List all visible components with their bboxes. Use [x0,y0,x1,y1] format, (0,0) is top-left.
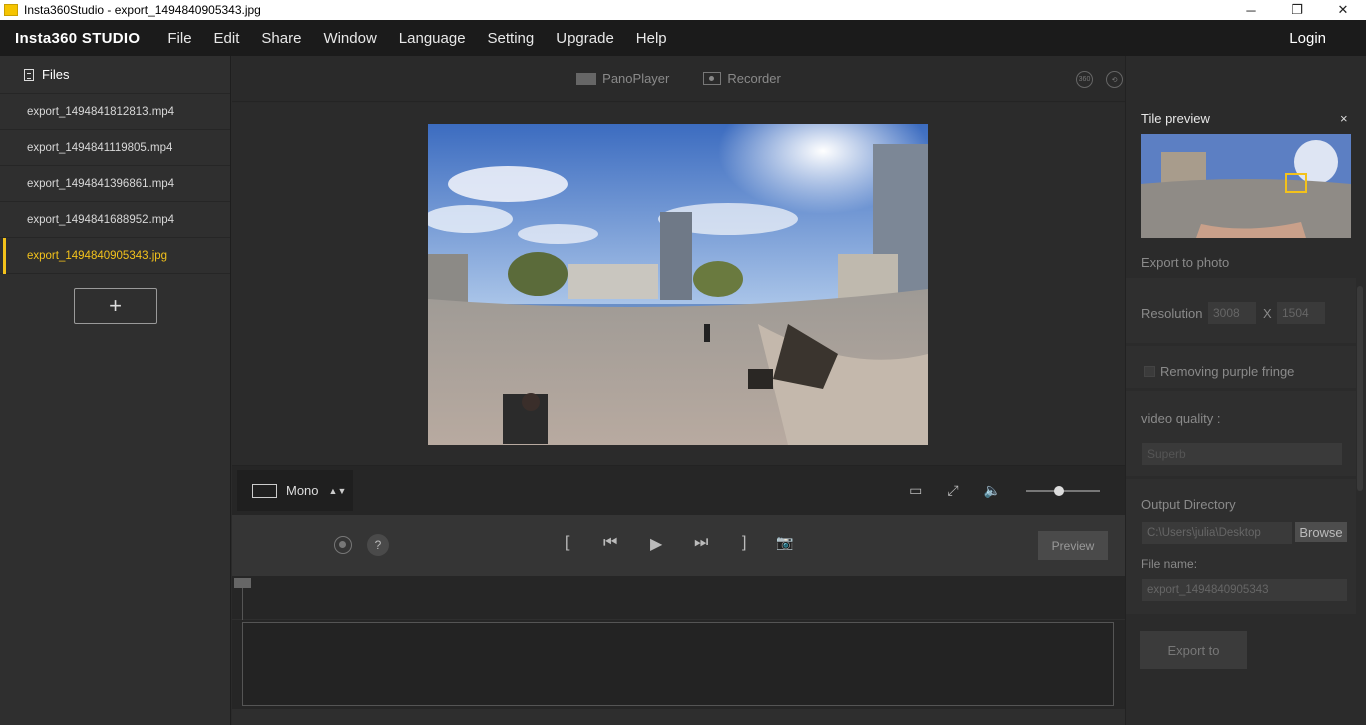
panorama-image[interactable] [428,124,928,445]
help-icon[interactable]: ? [367,534,389,556]
close-icon[interactable]: × [1340,111,1348,126]
rotate-icon[interactable]: ⟲ [1106,71,1123,88]
add-file-button[interactable]: + [74,288,157,324]
files-sidebar: Files export_1494841812813.mp4 export_14… [0,56,231,725]
record-icon [703,72,722,85]
updown-arrow-icon: ▲▼ [328,485,347,496]
output-directory-label: Output Directory [1141,497,1236,512]
file-name: export_1494841119805.mp4 [27,141,173,154]
files-title: Files [42,67,70,82]
file-item[interactable]: export_1494841812813.mp4 [0,94,230,130]
resolution-x-label: X [1263,306,1272,321]
timeline [232,576,1125,725]
tile-preview-title: Tile preview [1141,111,1210,126]
restore-button[interactable]: ❐ [1274,0,1320,20]
playhead-handle[interactable] [234,578,251,588]
files-header: Files [0,56,230,94]
play-icon[interactable]: ▶ [650,534,662,554]
resolution-width-input[interactable]: 3008 [1208,302,1256,324]
file-name: export_1494841396861.mp4 [27,177,175,190]
target-icon[interactable] [334,536,352,554]
video-quality-label: video quality : [1141,411,1221,426]
widescreen-icon[interactable]: ▭ [909,482,922,499]
file-name-input[interactable]: export_1494840905343 [1142,579,1347,601]
resolution-height-input[interactable]: 1504 [1277,302,1325,324]
menu-share[interactable]: Share [261,30,301,47]
volume-slider-knob[interactable] [1054,485,1065,496]
fullscreen-icon[interactable]: ⤢ [947,482,958,499]
view-mode-label: Mono [286,483,319,498]
playback-controls: ? [ ⏮ ▶ ⏭ ] 📷 Preview [232,515,1125,576]
close-window-button[interactable]: ✕ [1320,0,1366,20]
video-quality-select[interactable]: Superb [1142,443,1342,465]
mono-view-icon [252,483,277,498]
panorama-photo-svg [428,124,928,445]
menu-help[interactable]: Help [636,30,667,47]
panoplayer-tab[interactable]: PanoPlayer [576,71,669,86]
file-item[interactable]: export_1494841119805.mp4 [0,130,230,166]
recorder-label: Recorder [727,71,781,86]
panel-scrollbar[interactable] [1357,286,1363,491]
mark-in-button[interactable]: [ [565,534,569,552]
recorder-tab[interactable]: Recorder [703,71,781,86]
output-directory-input[interactable]: C:\Users\julia\Desktop [1142,522,1292,544]
view-mode-select[interactable]: Mono ▲▼ [237,470,353,511]
window-title: Insta360Studio - export_1494840905343.jp… [24,3,261,17]
file-item[interactable]: export_1494841688952.mp4 [0,202,230,238]
resolution-label: Resolution [1141,306,1203,321]
timeline-track[interactable] [242,622,1114,706]
title-bar: Insta360Studio - export_1494840905343.jp… [0,0,1366,20]
tile-preview-thumbnail [1141,134,1351,238]
menu-bar: Insta360 STUDIO File Edit Share Window L… [0,20,1366,56]
menu-language[interactable]: Language [399,30,466,47]
menu-file[interactable]: File [167,30,191,47]
export-panel: Tile preview × Export to photo Resolutio… [1125,56,1366,725]
previous-frame-icon[interactable]: ⏮ [603,534,617,552]
volume-icon[interactable]: 🔈 [984,482,1001,499]
photo-viewer [232,103,1125,465]
file-name: export_1494840905343.jpg [27,249,168,262]
preview-button[interactable]: Preview [1038,531,1108,560]
browse-button[interactable]: Browse [1295,522,1347,542]
document-icon [24,68,34,81]
file-item-active[interactable]: export_1494840905343.jpg [0,238,230,274]
brand-logo: Insta360 STUDIO [15,29,141,47]
menu-window[interactable]: Window [323,30,376,47]
file-name: export_1494841688952.mp4 [27,213,175,226]
panoplayer-label: PanoPlayer [602,71,670,86]
file-item[interactable]: export_1494841396861.mp4 [0,166,230,202]
menu-setting[interactable]: Setting [488,30,535,47]
login-button[interactable]: Login [1289,30,1326,47]
menu-upgrade[interactable]: Upgrade [556,30,614,47]
menu-edit[interactable]: Edit [214,30,240,47]
timeline-scrollbar[interactable] [232,709,1125,725]
export-button[interactable]: Export to [1140,631,1247,669]
next-frame-icon[interactable]: ⏭ [694,534,708,552]
thumbnail-svg [1141,134,1351,238]
view-360-icon[interactable]: 360 [1076,71,1093,88]
playhead-line [242,588,243,620]
purple-fringe-checkbox[interactable] [1144,366,1155,377]
main-area: PanoPlayer Recorder 360 ⟲ Mono ▲▼ ▭ ⤢ 🔈 … [232,56,1125,725]
volume-slider[interactable] [1026,485,1100,496]
view-controls: Mono ▲▼ ▭ ⤢ 🔈 [232,465,1125,515]
file-name-label: File name: [1141,557,1198,571]
view-toolbar: PanoPlayer Recorder 360 ⟲ [232,56,1125,102]
app-icon [4,4,18,16]
panorama-icon [576,72,597,85]
minimize-button[interactable]: ─ [1228,0,1274,20]
export-to-photo-label: Export to photo [1141,255,1230,270]
purple-fringe-label: Removing purple fringe [1160,364,1295,379]
timeline-ruler [232,576,1125,620]
file-name: export_1494841812813.mp4 [27,105,175,118]
camera-icon[interactable]: 📷 [776,534,793,551]
mark-out-button[interactable]: ] [742,534,746,552]
